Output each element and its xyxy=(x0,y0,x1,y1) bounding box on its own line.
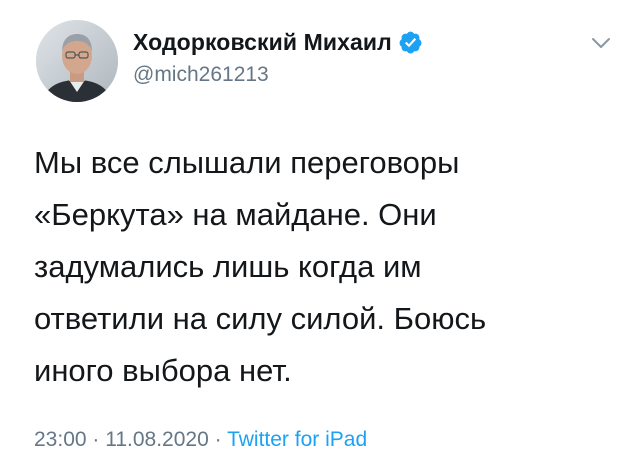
author-handle[interactable]: @mich261213 xyxy=(133,63,269,87)
avatar[interactable] xyxy=(36,20,118,102)
author-name-row: Ходорковский Михаил xyxy=(133,29,423,56)
meta-separator: · xyxy=(86,428,106,451)
meta-separator: · xyxy=(208,428,228,451)
tweet-text-line: Мы все слышали переговоры xyxy=(34,145,460,180)
tweet-text-line: задумались лишь когда им xyxy=(34,249,422,284)
avatar-image xyxy=(36,20,118,102)
verified-badge-icon xyxy=(398,30,423,55)
tweet-time[interactable]: 23:00 xyxy=(34,428,87,451)
chevron-down-icon[interactable] xyxy=(590,36,612,50)
tweet-text: Мы все слышали переговоры «Беркута» на м… xyxy=(34,137,594,397)
tweet-card: Ходорковский Михаил @mich261213 Мы все с… xyxy=(0,0,640,472)
author-display-name[interactable]: Ходорковский Михаил xyxy=(133,29,392,56)
tweet-text-line: ответили на силу силой. Боюсь xyxy=(34,301,487,336)
tweet-text-line: «Беркута» на майдане. Они xyxy=(34,197,437,232)
tweet-text-line: иного выбора нет. xyxy=(34,353,292,388)
tweet-date[interactable]: 11.08.2020 xyxy=(105,428,209,451)
tweet-source-link[interactable]: Twitter for iPad xyxy=(227,428,367,451)
tweet-meta: 23:00 · 11.08.2020 · Twitter for iPad xyxy=(34,428,367,452)
